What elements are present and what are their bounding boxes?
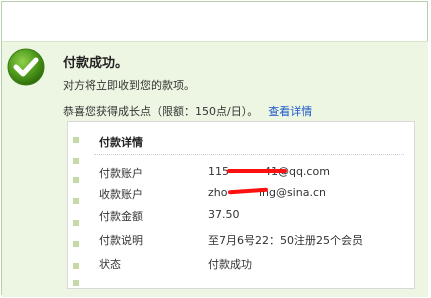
view-details-link[interactable]: 查看详情: [268, 105, 312, 118]
detail-label-payee: 收款账户: [99, 188, 143, 201]
square-bullet-icon: [73, 220, 79, 226]
square-bullet-icon: [73, 198, 79, 204]
square-bullet-icon: [73, 280, 79, 286]
growth-notice: 恭喜您获得成长点（限额：150点/日）。 查看详情: [63, 103, 312, 119]
payment-details-card: 付款详情 付款账户 115 41@qq.com 收款账户 zho ing@sin…: [67, 121, 415, 289]
check-circle-icon: [7, 48, 45, 86]
detail-value-memo: 至7月6号22：50注册25个会员: [208, 234, 363, 247]
square-bullet-icon: [73, 158, 79, 164]
page-title: 付款成功。: [63, 56, 129, 71]
detail-value-amount: 37.50: [208, 208, 240, 221]
detail-label-status: 状态: [99, 258, 121, 271]
square-bullet-icon: [73, 241, 79, 247]
square-bullet-icon: [73, 137, 79, 143]
square-bullet-icon: [73, 263, 79, 269]
details-title: 付款详情: [99, 136, 143, 149]
detail-label-amount: 付款金额: [99, 210, 143, 223]
growth-text: 恭喜您获得成长点（限额：150点/日）。: [63, 105, 259, 118]
result-subtitle: 对方将立即收到您的款项。: [63, 79, 195, 92]
detail-value-status: 付款成功: [208, 258, 252, 271]
divider: [94, 154, 404, 155]
detail-label-memo: 付款说明: [99, 234, 143, 247]
redaction-mark: [227, 169, 287, 173]
detail-label-payer: 付款账户: [99, 167, 143, 180]
square-bullet-icon: [73, 177, 79, 183]
